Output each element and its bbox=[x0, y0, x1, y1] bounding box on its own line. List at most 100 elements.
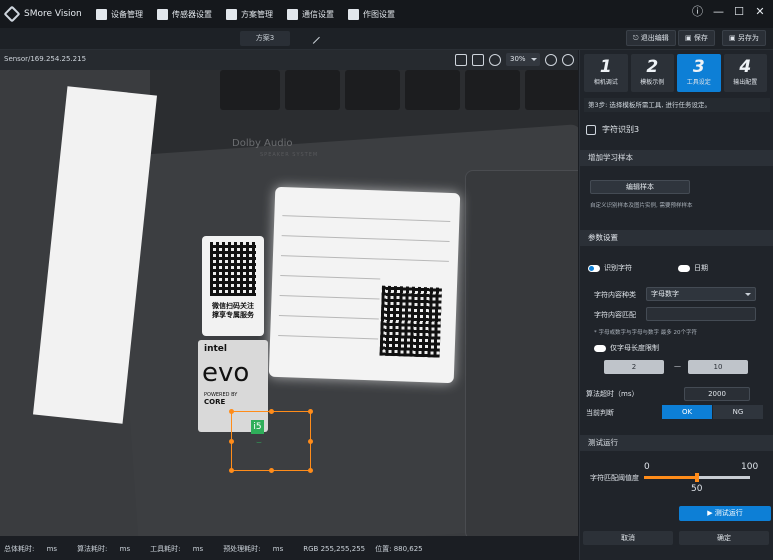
cancel-button[interactable]: 取消 bbox=[583, 531, 673, 545]
label-line bbox=[281, 235, 450, 242]
dolby-logo: Dolby Audio bbox=[232, 138, 293, 149]
len-max-stepper[interactable]: 10 bbox=[688, 360, 748, 374]
roi-handle[interactable] bbox=[269, 409, 274, 414]
roi-result-mark: ⌣ bbox=[256, 438, 262, 448]
menu-image[interactable]: 作图设置 bbox=[348, 8, 395, 20]
exit-edit-label: 退出编辑 bbox=[640, 34, 669, 42]
length-limit-toggle[interactable]: 仅字母长度限制 bbox=[594, 343, 659, 353]
test-run-label: 测试运行 bbox=[714, 509, 743, 517]
save-as-button[interactable]: ▣ 另存为 bbox=[722, 30, 766, 46]
fit-icon[interactable] bbox=[562, 53, 574, 66]
step-description: 第3步: 选择模板所需工具, 进行任务设定。 bbox=[584, 98, 770, 112]
step-tabs: 1 相机调试 2 模板示例 3 工具设定 4 输出配置 bbox=[584, 54, 770, 94]
tool-time-unit: ms bbox=[192, 545, 204, 553]
roi-handle[interactable] bbox=[308, 439, 313, 444]
char-type-select[interactable]: 字母数字 bbox=[646, 287, 756, 301]
char-note: * 字母或数字与字母与数字 最多 20个字符 bbox=[594, 330, 697, 336]
save-label: 保存 bbox=[693, 34, 708, 42]
qr-caption-1: 微信扫码关注 bbox=[212, 302, 254, 310]
info-icon[interactable]: ⓘ bbox=[692, 6, 703, 17]
key bbox=[465, 70, 520, 110]
zoom-select[interactable]: 30% bbox=[506, 53, 540, 66]
learn-note: 自定义识别样本及图片实例, 需要预样样本 bbox=[590, 203, 693, 209]
menu-device[interactable]: 设备管理 bbox=[96, 8, 143, 20]
confirm-button[interactable]: 确定 bbox=[679, 531, 769, 545]
image-icon bbox=[348, 8, 359, 20]
scheme-name[interactable]: 方案3 bbox=[240, 31, 290, 46]
label-line bbox=[279, 295, 380, 300]
length-limit-label: 仅字母长度限制 bbox=[610, 344, 659, 352]
step-2[interactable]: 2 模板示例 bbox=[630, 54, 674, 92]
menu-sensor-label: 传感器设置 bbox=[172, 9, 212, 19]
step-1[interactable]: 1 相机调试 bbox=[584, 54, 628, 92]
product-label bbox=[268, 186, 461, 384]
toggle-icon bbox=[594, 344, 606, 352]
radio-date[interactable]: 日期 bbox=[678, 263, 708, 273]
roi-rotate-handle[interactable] bbox=[308, 409, 313, 414]
step-4[interactable]: 4 输出配置 bbox=[723, 54, 767, 92]
zoom-in-icon[interactable] bbox=[545, 53, 557, 66]
threshold-min: 0 bbox=[644, 462, 650, 472]
house-icon bbox=[96, 8, 107, 20]
slider-thumb[interactable] bbox=[695, 473, 699, 482]
menu-sensor[interactable]: 传感器设置 bbox=[157, 8, 212, 20]
timeout-input[interactable]: 2000 bbox=[684, 387, 750, 401]
zoom-out-icon[interactable] bbox=[489, 53, 501, 66]
exit-edit-button[interactable]: ⎋ 退出编辑 bbox=[626, 30, 676, 46]
close-icon[interactable]: ✕ bbox=[755, 6, 765, 17]
algo-time-unit: ms bbox=[119, 545, 131, 553]
label-line bbox=[280, 255, 449, 262]
save-button[interactable]: ▣ 保存 bbox=[678, 30, 715, 46]
label-line bbox=[282, 215, 451, 222]
evo-text: evo bbox=[202, 358, 250, 388]
char-type-label: 字符内容种类 bbox=[594, 291, 636, 299]
config-panel: 1 相机调试 2 模板示例 3 工具设定 4 输出配置 第3步: 选择模板所需工具, 进… bbox=[579, 50, 773, 560]
roi-handle[interactable] bbox=[308, 468, 313, 473]
qr-code bbox=[379, 285, 442, 358]
test-run-button[interactable]: ▶ 测试运行 bbox=[679, 506, 771, 521]
tool-icon bbox=[586, 124, 596, 135]
camera-image[interactable]: Dolby Audio SPEAKER SYSTEM 微信扫码关注 撑享专属服务… bbox=[0, 70, 578, 536]
section-learn[interactable]: 增加学习样本 bbox=[580, 150, 773, 166]
threshold-slider[interactable] bbox=[644, 473, 750, 482]
maximize-icon[interactable]: ☐ bbox=[734, 6, 744, 17]
ok-option[interactable]: OK bbox=[662, 405, 712, 419]
radio-char-label: 识别字符 bbox=[604, 264, 632, 272]
step-1-num: 1 bbox=[599, 57, 612, 77]
recognized-char: i5 bbox=[251, 420, 264, 434]
upload-icon bbox=[287, 8, 298, 20]
step-2-num: 2 bbox=[646, 57, 659, 77]
cursor-position: 位置: 880,625 bbox=[375, 545, 423, 553]
app-title: SMore Vision bbox=[24, 9, 82, 19]
nav-icon[interactable] bbox=[455, 53, 467, 66]
roi-handle[interactable] bbox=[229, 468, 234, 473]
viewer-toolbar: 30% bbox=[450, 53, 574, 66]
pre-time-unit: ms bbox=[272, 545, 284, 553]
save-image-icon[interactable] bbox=[472, 53, 484, 66]
key bbox=[285, 70, 340, 110]
step-3[interactable]: 3 工具设定 bbox=[677, 54, 721, 92]
label-line bbox=[278, 315, 379, 320]
ng-option[interactable]: NG bbox=[713, 405, 763, 419]
radio-char[interactable]: 识别字符 bbox=[588, 263, 632, 273]
section-params[interactable]: 参数设置 bbox=[580, 230, 773, 246]
section-test[interactable]: 测试运行 bbox=[580, 435, 773, 451]
char-match-input[interactable] bbox=[646, 307, 756, 321]
minimize-icon[interactable]: — bbox=[713, 6, 724, 17]
roi-box[interactable] bbox=[229, 409, 313, 473]
grid-icon bbox=[226, 8, 237, 20]
app-logo: SMore Vision bbox=[0, 5, 96, 23]
edit-sample-button[interactable]: 编辑样本 bbox=[590, 180, 690, 194]
step-3-num: 3 bbox=[692, 57, 705, 77]
image-viewer: Sensor/169.254.25.215 30% Dolby Audio SP… bbox=[0, 50, 578, 536]
pre-time: 预处理耗时: ms bbox=[223, 544, 293, 554]
roi-handle[interactable] bbox=[229, 409, 234, 414]
menu-comm[interactable]: 通信设置 bbox=[287, 8, 334, 20]
roi-handle[interactable] bbox=[269, 468, 274, 473]
edit-icon[interactable] bbox=[307, 31, 320, 44]
roi-handle[interactable] bbox=[229, 439, 234, 444]
radio-off-icon bbox=[678, 264, 690, 272]
key bbox=[345, 70, 400, 110]
len-min-stepper[interactable]: 2 bbox=[604, 360, 664, 374]
menu-scheme[interactable]: 方案管理 bbox=[226, 8, 273, 20]
